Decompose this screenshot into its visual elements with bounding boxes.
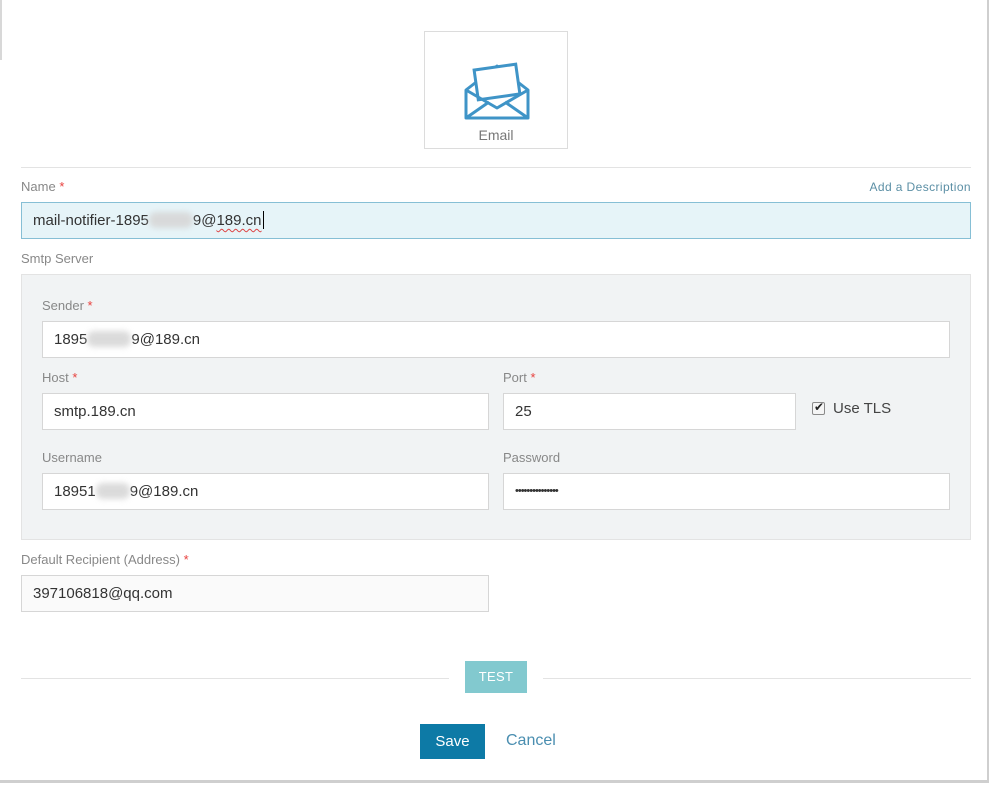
test-divider-left — [21, 678, 449, 679]
cancel-button[interactable]: Cancel — [506, 732, 556, 750]
host-label: Host * — [42, 370, 78, 385]
redacted-blur — [148, 212, 193, 228]
test-button[interactable]: TEST — [465, 661, 527, 693]
port-input[interactable]: 25 — [503, 393, 796, 430]
email-type-label: Email — [478, 127, 514, 143]
username-input[interactable]: 18951 9@189.cn — [42, 473, 489, 510]
add-description-link[interactable]: Add a Description — [869, 180, 971, 194]
header-divider — [21, 167, 971, 168]
name-label: Name * — [21, 179, 65, 194]
smtp-section-label: Smtp Server — [21, 251, 94, 266]
host-input[interactable]: smtp.189.cn — [42, 393, 489, 430]
name-input[interactable]: mail-notifier-1895 9@189.cn — [21, 202, 971, 239]
redacted-blur — [95, 483, 130, 499]
left-edge-divider — [0, 0, 2, 60]
recipient-input[interactable]: 397106818@qq.com — [21, 575, 489, 612]
port-label: Port * — [503, 370, 536, 385]
save-button[interactable]: Save — [420, 724, 485, 759]
use-tls-label: Use TLS — [833, 400, 892, 417]
password-label: Password — [503, 450, 561, 465]
text-caret — [262, 211, 264, 229]
test-divider-right — [543, 678, 971, 679]
required-marker: * — [59, 179, 65, 194]
sender-input[interactable]: 1895 9@189.cn — [42, 321, 950, 358]
email-type-card[interactable]: Email — [424, 31, 568, 149]
use-tls-checkbox[interactable] — [812, 400, 825, 415]
username-label: Username — [42, 450, 102, 465]
sender-label: Sender * — [42, 298, 93, 313]
redacted-blur — [87, 331, 132, 347]
recipient-label: Default Recipient (Address) * — [21, 552, 189, 567]
use-tls-option[interactable]: Use TLS — [812, 400, 891, 417]
email-envelope-icon — [464, 62, 530, 120]
password-input[interactable]: ••••••••••••••• — [503, 473, 950, 510]
